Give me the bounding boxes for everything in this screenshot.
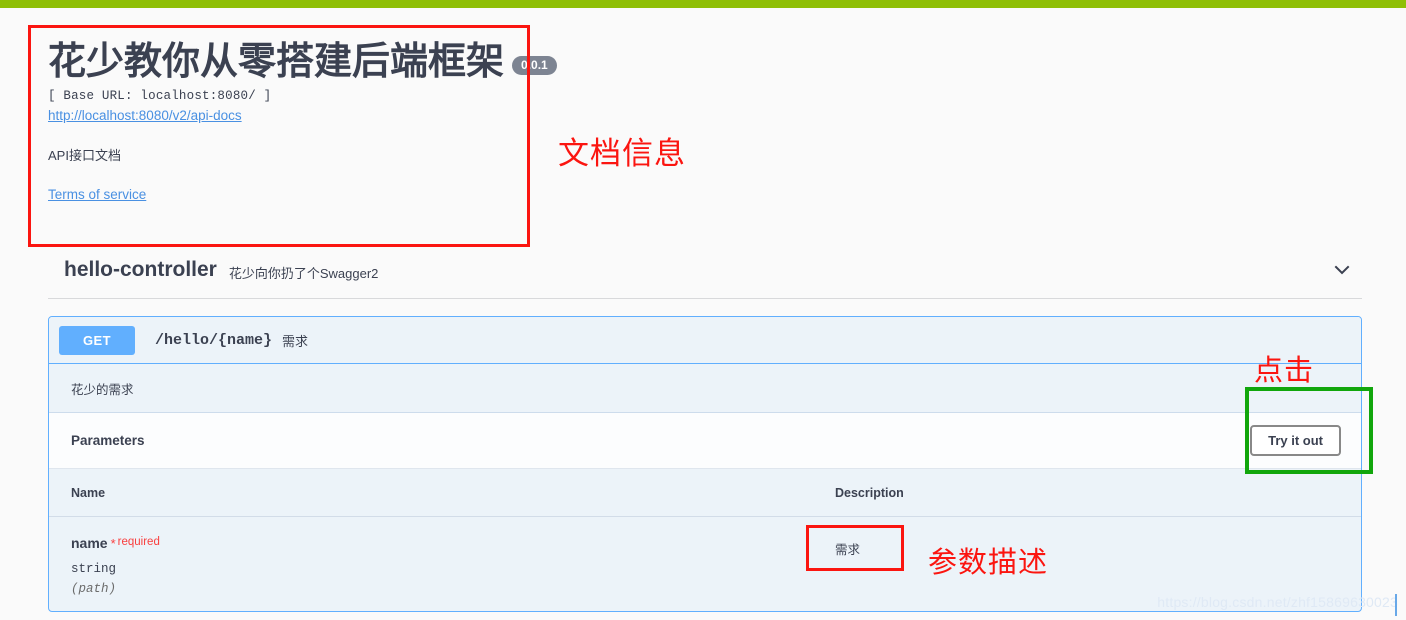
try-it-out-button[interactable]: Try it out xyxy=(1250,425,1341,456)
tag-name: hello-controller xyxy=(64,258,217,281)
terms-of-service-link[interactable]: Terms of service xyxy=(48,187,146,202)
tag-header-hello-controller[interactable]: hello-controller 花少向你扔了个Swagger2 xyxy=(48,258,1362,299)
annotation-label-parameter-description: 参数描述 xyxy=(928,545,1049,579)
swagger-ui-page: 花少教你从零搭建后端框架 0.0.1 [ Base URL: localhost… xyxy=(0,0,1406,620)
annotation-label-click: 点击 xyxy=(1254,353,1315,387)
base-url-text: [ Base URL: localhost:8080/ ] xyxy=(48,89,272,103)
column-header-description: Description xyxy=(835,469,1361,517)
page-title: 花少教你从零搭建后端框架 xyxy=(48,41,505,83)
parameter-name-cell: name * required string (path) xyxy=(49,516,835,596)
parameter-name: name xyxy=(71,535,108,551)
parameter-type: string xyxy=(71,562,117,576)
required-star-icon: * xyxy=(110,536,116,551)
parameters-title: Parameters xyxy=(71,433,145,448)
parameters-table-header-row: Name Description xyxy=(49,469,1361,517)
text-cursor-caret xyxy=(1395,594,1397,616)
parameter-description-cell: 需求 xyxy=(835,516,1361,596)
parameters-header-row: Parameters Try it out xyxy=(49,413,1361,469)
operation-summary-label: 需求 xyxy=(282,333,309,349)
parameters-table: Name Description name * required string (p… xyxy=(49,469,1361,596)
api-info-block: 花少教你从零搭建后端框架 0.0.1 [ Base URL: localhost… xyxy=(48,40,557,204)
chevron-down-icon[interactable] xyxy=(1332,260,1352,280)
column-header-name: Name xyxy=(49,469,835,517)
operation-path: /hello/{name} xyxy=(155,331,273,349)
annotation-label-doc-info: 文档信息 xyxy=(558,136,686,172)
api-docs-link[interactable]: http://localhost:8080/v2/api-docs xyxy=(48,108,242,123)
operation-block-get-hello: GET /hello/{name} 需求 花少的需求 Parameters Tr… xyxy=(48,316,1362,612)
tag-section: hello-controller 花少向你扔了个Swagger2 xyxy=(48,258,1362,299)
watermark-text: https://blog.csdn.net/zhf15869630023 xyxy=(1157,594,1398,610)
api-description: API接口文档 xyxy=(48,148,121,163)
parameter-name-line: name * required xyxy=(71,535,835,553)
tag-description: 花少向你扔了个Swagger2 xyxy=(228,265,379,281)
top-theme-bar xyxy=(0,0,1406,8)
operation-summary-row[interactable]: GET /hello/{name} 需求 xyxy=(49,317,1361,364)
operation-description: 花少的需求 xyxy=(71,382,134,397)
http-method-badge: GET xyxy=(59,325,135,355)
version-badge: 0.0.1 xyxy=(512,56,557,75)
required-label: required xyxy=(117,536,160,548)
table-row: name * required string (path) 需求 xyxy=(49,516,1361,596)
api-title-row: 花少教你从零搭建后端框架 0.0.1 xyxy=(48,40,557,84)
operation-description-row: 花少的需求 xyxy=(49,364,1361,413)
parameter-description: 需求 xyxy=(835,543,861,557)
parameter-location: (path) xyxy=(71,582,117,596)
